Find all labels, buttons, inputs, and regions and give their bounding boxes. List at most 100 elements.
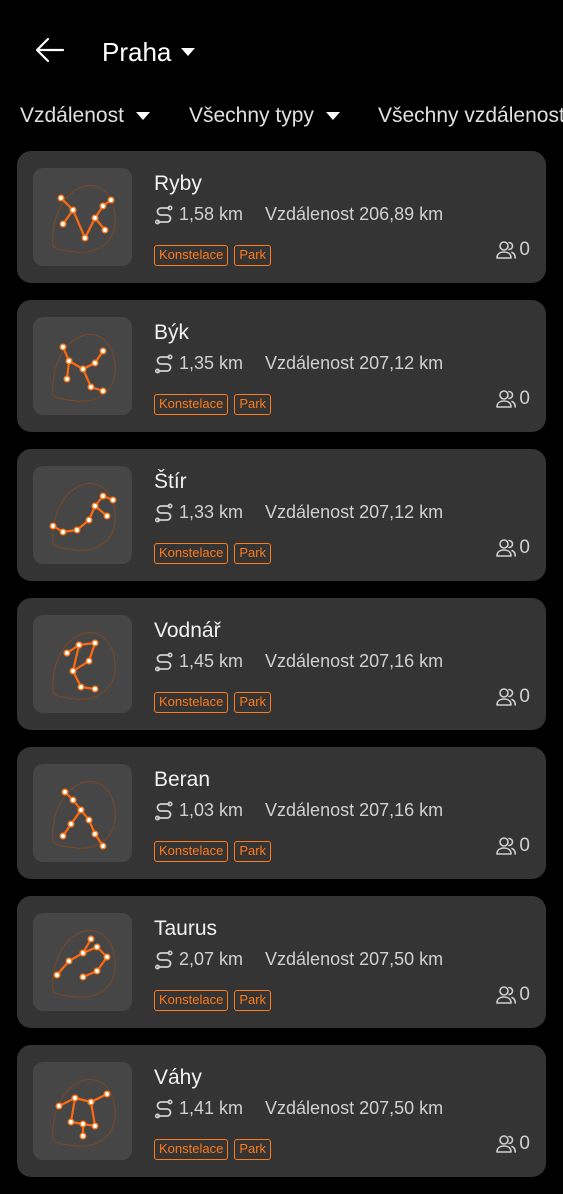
item-meta: 1,03 km Vzdálenost 207,16 km: [154, 800, 443, 821]
item-meta: 1,35 km Vzdálenost 207,12 km: [154, 353, 443, 374]
constellation-list: Ryby 1,58 km Vzdálenost 206,89 km Konste…: [17, 151, 546, 1194]
constellation-thumbnail: [33, 466, 132, 564]
people-count: 0: [495, 1133, 530, 1155]
filter-sort-distance[interactable]: Vzdálenost: [20, 104, 150, 128]
tag-list: Konstelace Park: [154, 990, 272, 1011]
tag-badge: Konstelace: [154, 841, 229, 862]
item-name: Býk: [154, 321, 190, 344]
route-icon: [154, 949, 174, 970]
people-count: 0: [495, 239, 530, 261]
people-count: 0: [495, 984, 530, 1006]
filter-label: Všechny typy: [189, 104, 314, 127]
caret-down-icon: [181, 48, 196, 56]
caret-down-icon: [135, 112, 150, 120]
constellation-thumbnail: [33, 615, 132, 713]
list-item[interactable]: Vodnář 1,45 km Vzdálenost 207,16 km Kons…: [17, 598, 546, 730]
tag-list: Konstelace Park: [154, 841, 272, 862]
tag-badge: Park: [234, 245, 272, 266]
distance-text: Vzdálenost 207,16 km: [265, 651, 444, 671]
route-icon: [154, 1098, 174, 1119]
tag-list: Konstelace Park: [154, 245, 272, 266]
constellation-art-icon: [52, 185, 116, 253]
tag-badge: Park: [234, 841, 272, 862]
item-name: Ryby: [154, 172, 202, 195]
people-count-value: 0: [519, 686, 530, 707]
list-item[interactable]: Býk 1,35 km Vzdálenost 207,12 km Konstel…: [17, 300, 546, 432]
route-length: 1,58 km: [179, 204, 244, 224]
item-meta: 1,41 km Vzdálenost 207,50 km: [154, 1098, 443, 1119]
filter-distances[interactable]: Všechny vzdálenosti: [378, 104, 563, 128]
item-meta: 2,07 km Vzdálenost 207,50 km: [154, 949, 443, 970]
distance-text: Vzdálenost 207,50 km: [265, 1098, 444, 1118]
city-selector[interactable]: Praha: [102, 32, 196, 72]
route-length: 1,41 km: [179, 1098, 244, 1118]
people-icon: [496, 1135, 517, 1153]
constellation-art-icon: [52, 781, 116, 850]
constellation-thumbnail: [33, 1062, 132, 1160]
people-count-value: 0: [519, 984, 530, 1005]
distance-text: Vzdálenost 207,50 km: [265, 949, 444, 969]
list-item[interactable]: Taurus 2,07 km Vzdálenost 207,50 km Kons…: [17, 896, 546, 1028]
people-icon: [496, 539, 517, 557]
people-icon: [496, 986, 517, 1004]
constellation-art-icon: [52, 334, 116, 402]
tag-list: Konstelace Park: [154, 692, 272, 713]
item-name: Váhy: [154, 1066, 202, 1089]
route-icon: [154, 651, 174, 672]
people-icon: [496, 837, 517, 855]
tag-badge: Park: [234, 1139, 272, 1160]
people-count-value: 0: [519, 239, 530, 260]
tag-badge: Konstelace: [154, 394, 229, 415]
tag-badge: Park: [234, 990, 272, 1011]
people-count-value: 0: [519, 388, 530, 409]
constellation-art-icon: [52, 632, 116, 700]
filter-label: Vzdálenost: [20, 104, 124, 127]
tag-list: Konstelace Park: [154, 394, 272, 415]
tag-list: Konstelace Park: [154, 1139, 272, 1160]
item-meta: 1,33 km Vzdálenost 207,12 km: [154, 502, 443, 523]
item-name: Taurus: [154, 917, 218, 940]
people-count: 0: [495, 686, 530, 708]
filter-label: Všechny vzdálenosti: [378, 104, 563, 127]
constellation-thumbnail: [33, 913, 132, 1011]
list-item[interactable]: Beran 1,03 km Vzdálenost 207,16 km Konst…: [17, 747, 546, 879]
tag-badge: Konstelace: [154, 990, 229, 1011]
route-length: 2,07 km: [179, 949, 244, 969]
distance-text: Vzdálenost 207,12 km: [265, 502, 444, 522]
caret-down-icon: [325, 112, 340, 120]
people-count: 0: [495, 835, 530, 857]
distance-text: Vzdálenost 206,89 km: [265, 204, 444, 224]
route-length: 1,33 km: [179, 502, 244, 522]
route-icon: [154, 800, 174, 821]
route-icon: [154, 353, 174, 374]
tag-badge: Park: [234, 543, 272, 564]
tag-badge: Konstelace: [154, 543, 229, 564]
distance-text: Vzdálenost 207,16 km: [265, 800, 444, 820]
list-item[interactable]: Ryby 1,58 km Vzdálenost 206,89 km Konste…: [17, 151, 546, 283]
back-button[interactable]: [28, 28, 72, 72]
item-name: Štír: [154, 470, 187, 493]
constellation-art-icon: [49, 483, 117, 551]
tag-badge: Park: [234, 394, 272, 415]
back-arrow-icon: [35, 37, 65, 63]
people-icon: [496, 390, 517, 408]
route-icon: [154, 502, 174, 523]
people-icon: [496, 688, 517, 706]
people-count: 0: [495, 537, 530, 559]
constellation-thumbnail: [33, 317, 132, 415]
people-count-value: 0: [519, 1133, 530, 1154]
list-item[interactable]: Štír 1,33 km Vzdálenost 207,12 km Konste…: [17, 449, 546, 581]
people-count: 0: [495, 388, 530, 410]
list-item[interactable]: Váhy 1,41 km Vzdálenost 207,50 km Konste…: [17, 1045, 546, 1177]
route-length: 1,45 km: [179, 651, 244, 671]
item-name: Beran: [154, 768, 211, 791]
constellation-thumbnail: [33, 168, 132, 266]
top-bar: Praha: [0, 0, 563, 100]
constellation-art-icon: [52, 1079, 116, 1147]
filter-bar: Vzdálenost Všechny typy Všechny vzdáleno…: [0, 96, 563, 140]
item-meta: 1,45 km Vzdálenost 207,16 km: [154, 651, 443, 672]
city-name: Praha: [102, 36, 172, 67]
tag-list: Konstelace Park: [154, 543, 272, 564]
filter-types[interactable]: Všechny typy: [189, 104, 340, 128]
tag-badge: Konstelace: [154, 1139, 229, 1160]
